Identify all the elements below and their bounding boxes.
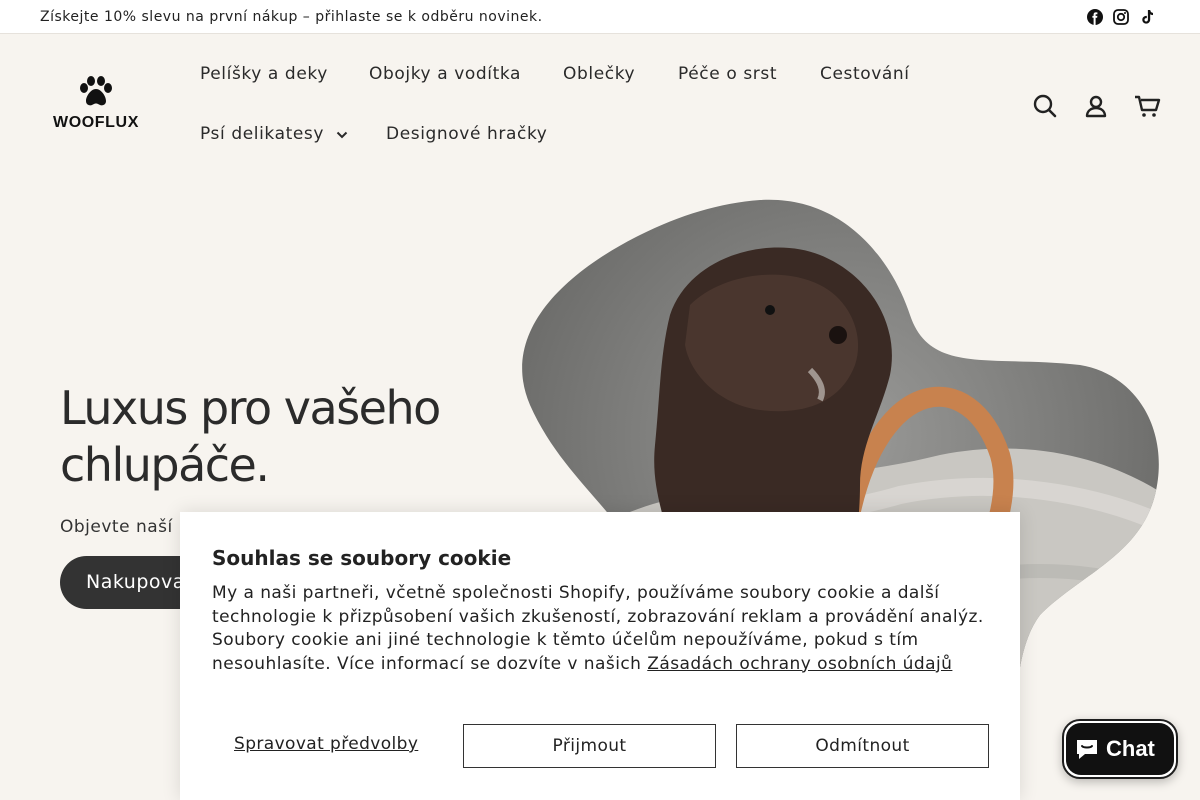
logo-text: WOOFLUX	[53, 114, 139, 131]
chevron-down-icon	[336, 124, 348, 144]
tiktok-icon[interactable]	[1138, 8, 1156, 26]
hero-title: Luxus pro vašeho chlupáče.	[60, 381, 441, 492]
nav-item-cestovani[interactable]: Cestování	[820, 64, 910, 84]
privacy-policy-link[interactable]: Zásadách ochrany osobních údajů	[647, 654, 952, 674]
manage-preferences-link[interactable]: Spravovat předvolby	[234, 734, 418, 754]
decline-button[interactable]: Odmítnout	[736, 724, 989, 768]
nav-item-delikatesy[interactable]: Psí delikatesy	[200, 124, 348, 144]
cookie-title: Souhlas se soubory cookie	[212, 546, 512, 570]
nav-item-label: Designové hračky	[386, 124, 548, 144]
logo[interactable]: WOOFLUX	[50, 76, 142, 132]
chat-bubble-icon	[1074, 736, 1100, 762]
social-links	[1086, 8, 1156, 26]
nav-item-label: Péče o srst	[678, 64, 778, 84]
nav-item-pelisky[interactable]: Pelíšky a deky	[200, 64, 328, 84]
cookie-consent-dialog: Souhlas se soubory cookie My a naši part…	[180, 512, 1020, 800]
chat-button[interactable]: Chat	[1062, 719, 1178, 779]
nav-item-label: Psí delikatesy	[200, 124, 325, 144]
nav-item-label: Oblečky	[563, 64, 636, 84]
nav-item-hracky[interactable]: Designové hračky	[386, 124, 547, 144]
paw-icon	[80, 76, 112, 106]
nav-item-label: Cestování	[820, 64, 910, 84]
nav-item-label: Pelíšky a deky	[200, 64, 328, 84]
instagram-icon[interactable]	[1112, 8, 1130, 26]
nav-item-label: Obojky a vodítka	[369, 64, 522, 84]
account-icon[interactable]	[1082, 92, 1110, 120]
nav-item-pece[interactable]: Péče o srst	[678, 64, 777, 84]
facebook-icon[interactable]	[1086, 8, 1104, 26]
chat-label: Chat	[1106, 736, 1155, 761]
accept-button[interactable]: Přijmout	[463, 724, 716, 768]
announcement-text: Získejte 10% slevu na první nákup – přih…	[40, 9, 543, 25]
cart-icon[interactable]	[1133, 92, 1161, 120]
hero-subtitle: Objevte naší	[60, 517, 173, 537]
search-icon[interactable]	[1031, 92, 1059, 120]
site-header: WOOFLUX Pelíšky a deky Obojky a vodítka …	[0, 34, 1200, 174]
announcement-bar: Získejte 10% slevu na první nákup – přih…	[0, 0, 1200, 34]
nav-item-oblecky[interactable]: Oblečky	[563, 64, 635, 84]
nav-item-obojky[interactable]: Obojky a vodítka	[369, 64, 521, 84]
cookie-body: My a naši partneři, včetně společnosti S…	[212, 582, 988, 676]
